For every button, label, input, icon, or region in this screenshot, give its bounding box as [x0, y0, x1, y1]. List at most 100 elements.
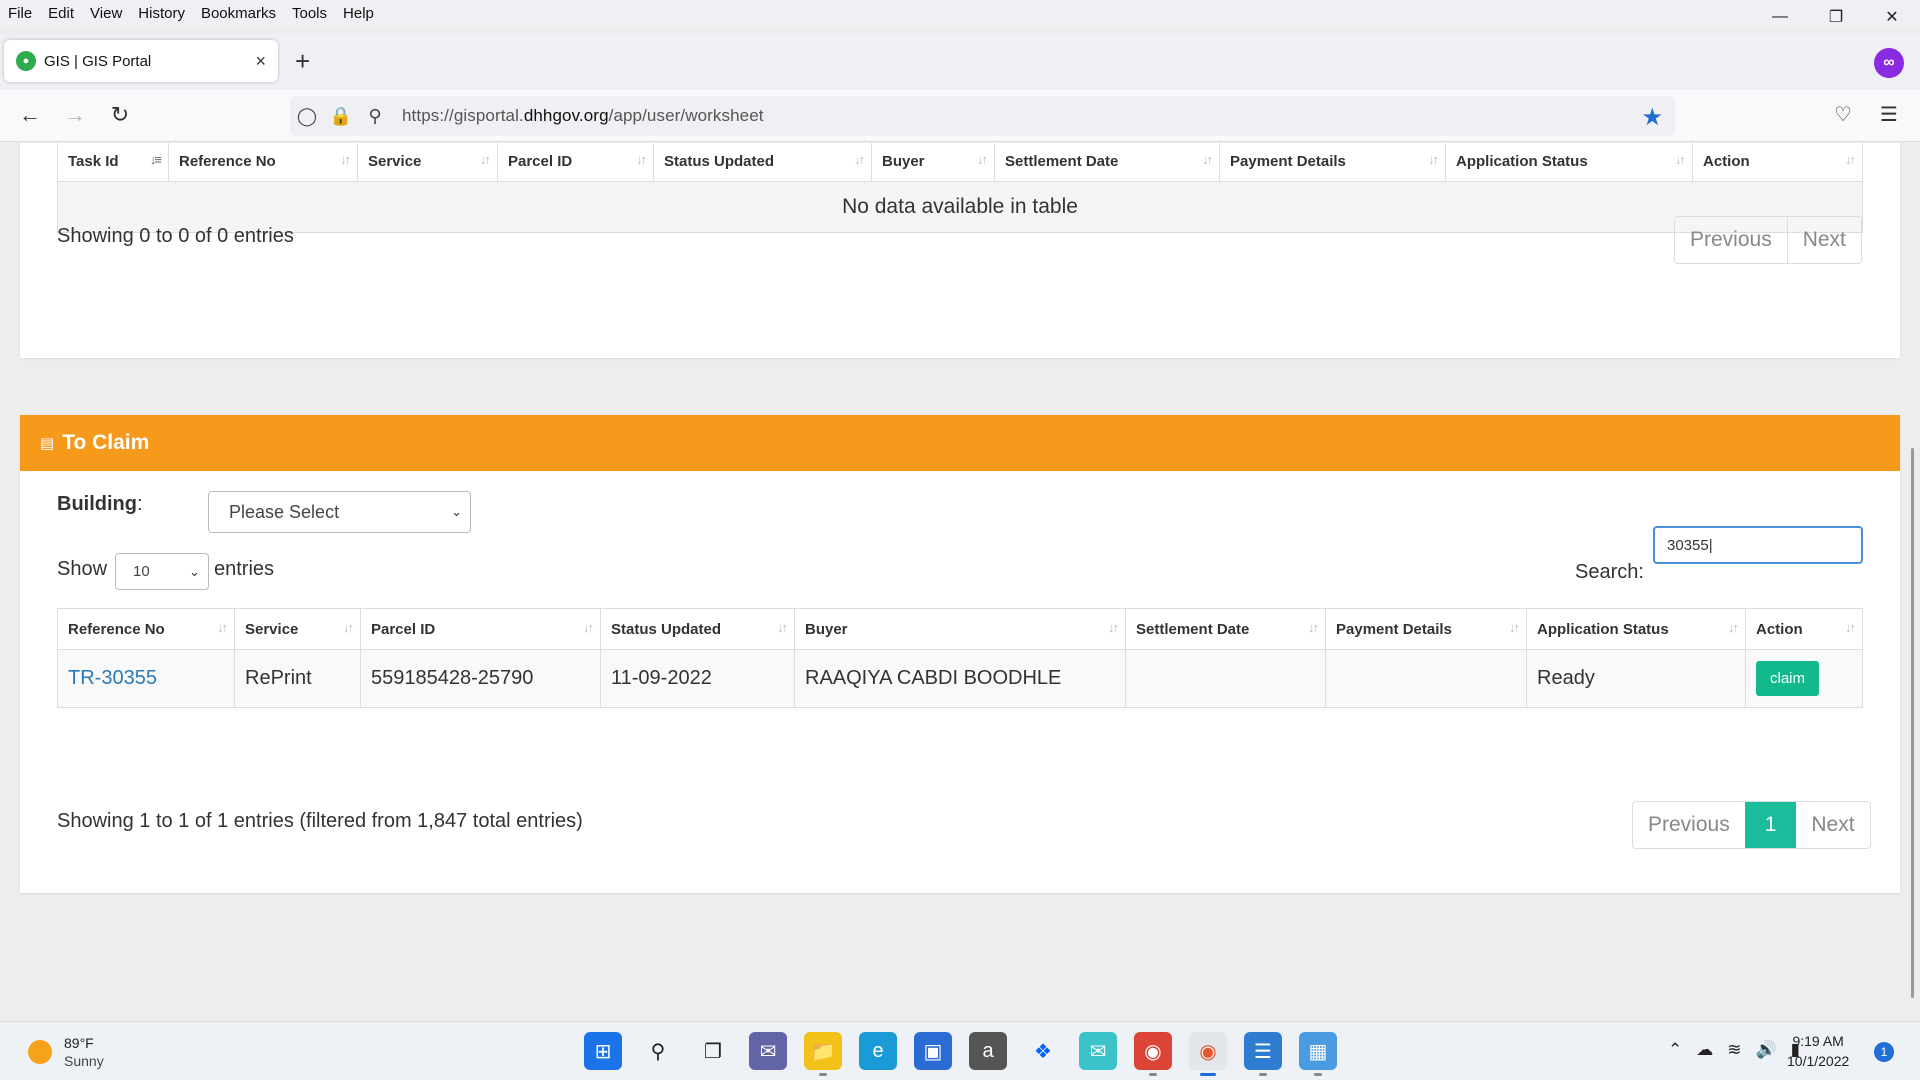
onedrive-cloud-icon[interactable]: ☁	[1696, 1040, 1713, 1060]
cell-parcel-id: 559185428-25790	[360, 649, 601, 708]
sort-icon[interactable]: ↓↑	[1728, 620, 1739, 635]
restore-icon[interactable]: ❐	[1808, 0, 1864, 34]
sort-icon[interactable]: ↓↑	[1108, 620, 1119, 635]
worksheet-card: Task Id ↓≡ Reference No ↓↑ Service ↓↑ Parce…	[20, 143, 1900, 358]
menu-file[interactable]: File	[0, 5, 40, 22]
menu-tools[interactable]: Tools	[284, 5, 335, 22]
col-label: Payment Details	[1230, 152, 1346, 170]
account-icon[interactable]: ∞	[1874, 48, 1904, 78]
col-settlement-date[interactable]: Settlement Date ↓↑	[1125, 608, 1326, 650]
sort-icon[interactable]: ↓↑	[343, 620, 354, 635]
amazon-icon[interactable]: a	[969, 1032, 1007, 1070]
next-button[interactable]: Next	[1786, 217, 1861, 263]
file-explorer-icon[interactable]: 📁	[804, 1032, 842, 1076]
entries-select[interactable]: 10 ⌄	[115, 553, 209, 590]
sort-icon[interactable]: ↓↑	[1845, 152, 1856, 167]
edge-browser-icon[interactable]: e	[859, 1032, 897, 1070]
clock[interactable]: 9:19 AM 10/1/2022	[1787, 1031, 1849, 1071]
sort-icon[interactable]: ↓↑	[480, 152, 491, 167]
task-view-icon[interactable]: ❐	[694, 1032, 732, 1070]
reload-icon[interactable]: ↻	[106, 102, 134, 128]
sort-icon[interactable]: ↓↑	[1845, 620, 1856, 635]
sort-icon[interactable]: ↓↑	[636, 152, 647, 167]
shield-icon[interactable]: ◯	[290, 106, 324, 127]
forward-icon[interactable]: →	[61, 102, 89, 128]
browser-tab[interactable]: ● GIS | GIS Portal ×	[4, 40, 278, 82]
menu-edit[interactable]: Edit	[40, 5, 82, 22]
sort-icon[interactable]: ↓↑	[1308, 620, 1319, 635]
notification-badge[interactable]: 1	[1874, 1042, 1894, 1062]
tab-close-icon[interactable]: ×	[255, 51, 266, 72]
scrollbar-thumb[interactable]	[1911, 448, 1914, 998]
messaging-app-icon[interactable]: ✉	[1079, 1032, 1117, 1070]
show-hidden-icons-chevron-icon[interactable]: ⌃	[1668, 1040, 1682, 1060]
col-parcel-id[interactable]: Parcel ID ↓↑	[360, 608, 601, 650]
chrome-browser-icon[interactable]: ◉	[1134, 1032, 1172, 1076]
firefox-browser-icon[interactable]: ◉	[1189, 1032, 1227, 1076]
col-buyer[interactable]: Buyer ↓↑	[871, 143, 995, 182]
microsoft-store-icon[interactable]: ▣	[914, 1032, 952, 1070]
col-buyer[interactable]: Buyer ↓↑	[794, 608, 1126, 650]
sort-icon[interactable]: ↓↑	[1428, 152, 1439, 167]
dropbox-icon[interactable]: ❖	[1024, 1032, 1062, 1070]
sort-asc-icon[interactable]: ↓≡	[150, 152, 162, 167]
pocket-icon[interactable]: ♡	[1834, 102, 1852, 127]
claim-button[interactable]: claim	[1756, 661, 1820, 696]
previous-button[interactable]: Previous	[1633, 802, 1745, 848]
bookmark-star-icon[interactable]: ★	[1641, 103, 1663, 132]
minimize-icon[interactable]: —	[1752, 0, 1808, 34]
search-icon[interactable]: ⚲	[639, 1032, 677, 1070]
hamburger-menu-icon[interactable]: ☰	[1880, 102, 1898, 127]
col-parcel-id[interactable]: Parcel ID ↓↑	[497, 143, 654, 182]
col-reference-no[interactable]: Reference No ↓↑	[168, 143, 358, 182]
sort-icon[interactable]: ↓↑	[777, 620, 788, 635]
weather-widget[interactable]: 89°F Sunny	[28, 1034, 104, 1070]
volume-icon[interactable]: 🔊	[1755, 1040, 1776, 1060]
col-payment-details[interactable]: Payment Details ↓↑	[1219, 143, 1446, 182]
col-service[interactable]: Service ↓↑	[357, 143, 498, 182]
lock-icon[interactable]: 🔒	[324, 106, 358, 127]
notepad-icon[interactable]: ☰	[1244, 1032, 1282, 1076]
permissions-key-icon[interactable]: ⚲	[358, 106, 392, 127]
url-bar[interactable]: ◯ 🔒 ⚲ https://gisportal.dhhgov.org/app/u…	[290, 96, 1675, 136]
col-action[interactable]: Action ↓↑	[1745, 608, 1863, 650]
col-task-id[interactable]: Task Id ↓≡	[57, 143, 169, 182]
url-path: /app/user/worksheet	[608, 106, 764, 125]
sort-icon[interactable]: ↓↑	[854, 152, 865, 167]
new-tab-icon[interactable]: +	[295, 46, 310, 76]
teams-chat-icon[interactable]: ✉	[749, 1032, 787, 1070]
col-payment-details[interactable]: Payment Details ↓↑	[1325, 608, 1527, 650]
control-panel-icon[interactable]: ▦	[1299, 1032, 1337, 1076]
col-action[interactable]: Action ↓↑	[1692, 143, 1863, 182]
building-label-text: Building	[57, 493, 137, 515]
sort-icon[interactable]: ↓↑	[217, 620, 228, 635]
col-status-updated[interactable]: Status Updated ↓↑	[600, 608, 795, 650]
windows-start-icon[interactable]: ⊞	[584, 1032, 622, 1070]
sort-icon[interactable]: ↓↑	[977, 152, 988, 167]
sort-icon[interactable]: ↓↑	[1202, 152, 1213, 167]
sort-icon[interactable]: ↓↑	[583, 620, 594, 635]
next-button[interactable]: Next	[1796, 802, 1869, 848]
sort-icon[interactable]: ↓↑	[1509, 620, 1520, 635]
col-status-updated[interactable]: Status Updated ↓↑	[653, 143, 872, 182]
menu-view[interactable]: View	[82, 5, 130, 22]
building-select[interactable]: Please Select ⌄	[208, 491, 471, 533]
col-reference-no[interactable]: Reference No ↓↑	[57, 608, 235, 650]
col-application-status[interactable]: Application Status ↓↑	[1526, 608, 1746, 650]
col-application-status[interactable]: Application Status ↓↑	[1445, 143, 1693, 182]
menu-help[interactable]: Help	[335, 5, 382, 22]
sort-icon[interactable]: ↓↑	[1675, 152, 1686, 167]
previous-button[interactable]: Previous	[1675, 217, 1787, 263]
menu-history[interactable]: History	[130, 5, 193, 22]
menu-bookmarks[interactable]: Bookmarks	[193, 5, 284, 22]
vertical-scrollbar[interactable]	[1904, 143, 1920, 1021]
wifi-icon[interactable]: ≋	[1727, 1040, 1741, 1060]
page-1-button[interactable]: 1	[1744, 802, 1797, 848]
close-icon[interactable]: ✕	[1864, 0, 1920, 34]
sort-icon[interactable]: ↓↑	[340, 152, 351, 167]
col-settlement-date[interactable]: Settlement Date ↓↑	[994, 143, 1220, 182]
back-icon[interactable]: ←	[16, 102, 44, 128]
search-input[interactable]: 30355 |	[1653, 526, 1863, 564]
reference-link[interactable]: TR-30355	[68, 667, 157, 689]
col-service[interactable]: Service ↓↑	[234, 608, 361, 650]
